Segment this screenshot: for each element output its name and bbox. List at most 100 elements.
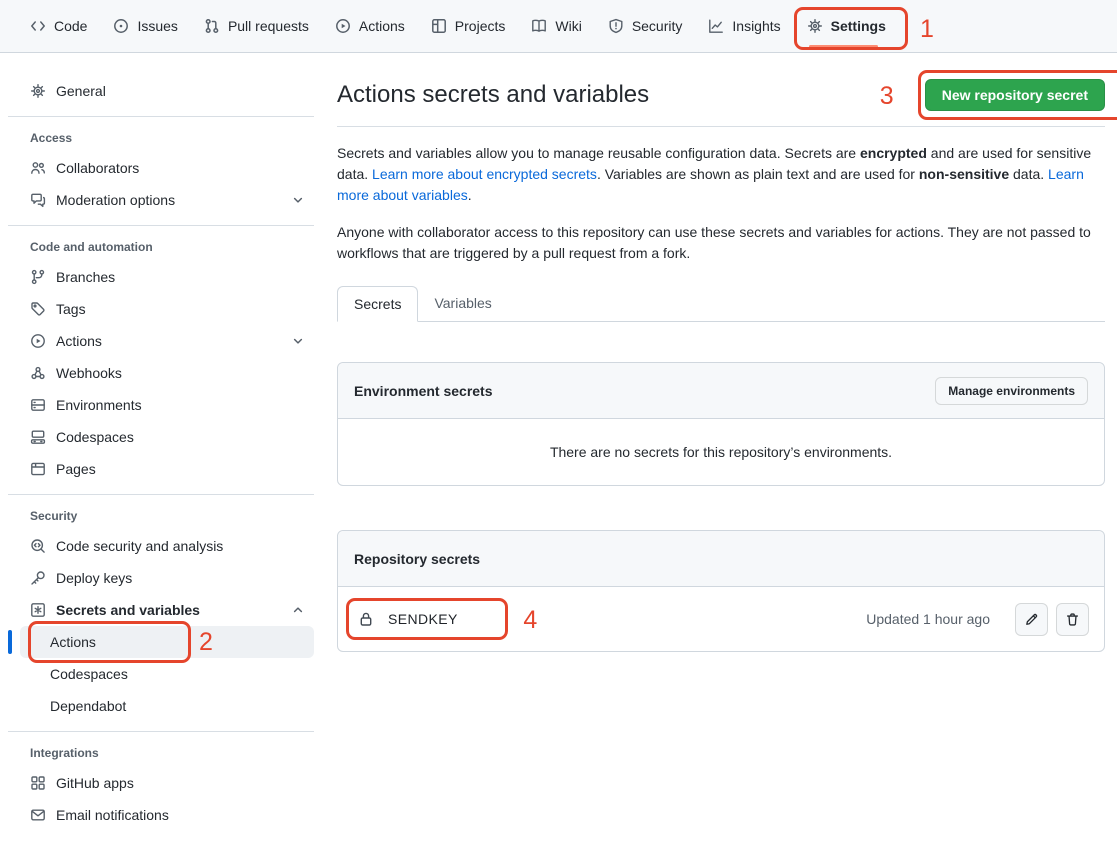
tab-insights[interactable]: Insights <box>708 18 780 34</box>
sidebar-section-integrations: Integrations <box>30 746 320 760</box>
sidebar-section-security: Security <box>30 509 320 523</box>
tab-code[interactable]: Code <box>30 18 87 34</box>
sidebar-item-label: Pages <box>56 461 96 477</box>
tab-label: Projects <box>455 18 506 34</box>
apps-grid-icon <box>30 775 46 791</box>
tab-actions[interactable]: Actions <box>335 18 405 34</box>
secret-name-group: SENDKEY 4 <box>358 611 458 627</box>
sidebar-item-deploy-keys[interactable]: Deploy keys <box>20 562 314 594</box>
issue-opened-icon <box>113 18 129 34</box>
edit-secret-button[interactable] <box>1015 603 1048 636</box>
sidebar-item-label: Actions <box>56 333 102 349</box>
main-content: Actions secrets and variables New reposi… <box>337 53 1105 652</box>
sidebar-item-label: Actions <box>50 634 96 650</box>
sidebar-item-label: Codespaces <box>50 666 128 682</box>
settings-sidebar: General Access Collaborators Moderation … <box>0 53 320 831</box>
sidebar-section-access: Access <box>30 131 320 145</box>
sidebar-item-label: Deploy keys <box>56 570 132 586</box>
intro-paragraph-2: Anyone with collaborator access to this … <box>337 222 1105 264</box>
environment-secrets-empty-message: There are no secrets for this repository… <box>338 419 1104 485</box>
annotation-number-2: 2 <box>199 630 213 655</box>
sidebar-subitem-dependabot[interactable]: Dependabot <box>20 690 314 722</box>
link-encrypted-secrets[interactable]: Learn more about encrypted secrets <box>372 166 597 182</box>
sidebar-item-secrets-and-variables[interactable]: Secrets and variables <box>20 594 314 626</box>
tab-security[interactable]: Security <box>608 18 683 34</box>
chevron-down-icon <box>292 335 304 347</box>
sidebar-item-email-notifications[interactable]: Email notifications <box>20 799 314 831</box>
tab-projects[interactable]: Projects <box>431 18 506 34</box>
git-branch-icon <box>30 269 46 285</box>
tab-label: Wiki <box>555 18 581 34</box>
sidebar-item-label: General <box>56 83 106 99</box>
sidebar-item-moderation-options[interactable]: Moderation options <box>20 184 314 216</box>
sidebar-item-tags[interactable]: Tags <box>20 293 314 325</box>
tab-label: Actions <box>359 18 405 34</box>
graph-icon <box>708 18 724 34</box>
sidebar-divider <box>8 731 314 732</box>
manage-environments-button[interactable]: Manage environments <box>935 377 1088 405</box>
sidebar-item-label: Moderation options <box>56 192 175 208</box>
chevron-up-icon <box>292 604 304 616</box>
sidebar-item-branches[interactable]: Branches <box>20 261 314 293</box>
lock-icon <box>358 611 374 627</box>
sidebar-item-environments[interactable]: Environments <box>20 389 314 421</box>
delete-secret-button[interactable] <box>1056 603 1089 636</box>
environment-secrets-header: Environment secrets Manage environments <box>338 363 1104 419</box>
sidebar-item-webhooks[interactable]: Webhooks <box>20 357 314 389</box>
tab-settings[interactable]: Settings 1 <box>807 18 886 34</box>
page-title: Actions secrets and variables <box>337 81 649 109</box>
bold-encrypted: encrypted <box>860 145 927 161</box>
sidebar-item-codespaces[interactable]: Codespaces <box>20 421 314 453</box>
trash-icon <box>1065 612 1080 627</box>
annotation-number-3: 3 <box>880 84 894 109</box>
server-icon <box>30 397 46 413</box>
intro-text: Secrets and variables allow you to manag… <box>337 143 1105 264</box>
environment-secrets-title: Environment secrets <box>354 383 493 399</box>
sidebar-item-label: Environments <box>56 397 142 413</box>
tab-secrets[interactable]: Secrets <box>337 286 418 322</box>
sidebar-item-general[interactable]: General <box>20 75 314 107</box>
new-repository-secret-button[interactable]: New repository secret 3 <box>925 79 1105 111</box>
play-icon <box>335 18 351 34</box>
repository-secrets-title: Repository secrets <box>354 551 480 567</box>
intro-paragraph-1: Secrets and variables allow you to manag… <box>337 143 1105 206</box>
tab-variables[interactable]: Variables <box>418 286 507 321</box>
active-tab-underline <box>809 45 878 48</box>
webhook-icon <box>30 365 46 381</box>
repo-tab-bar: Code Issues Pull requests Actions Projec… <box>0 0 1117 53</box>
git-pull-request-icon <box>204 18 220 34</box>
gear-icon <box>30 83 46 99</box>
tab-label: Settings <box>831 18 886 34</box>
play-icon <box>30 333 46 349</box>
environment-secrets-box: Environment secrets Manage environments … <box>337 362 1105 486</box>
tab-pull-requests[interactable]: Pull requests <box>204 18 309 34</box>
sidebar-item-actions[interactable]: Actions <box>20 325 314 357</box>
sidebar-item-pages[interactable]: Pages <box>20 453 314 485</box>
chevron-down-icon <box>292 194 304 206</box>
repository-secrets-header: Repository secrets <box>338 531 1104 587</box>
sidebar-item-github-apps[interactable]: GitHub apps <box>20 767 314 799</box>
tab-label: Code <box>54 18 87 34</box>
codespaces-icon <box>30 429 46 445</box>
sidebar-item-collaborators[interactable]: Collaborators <box>20 152 314 184</box>
sidebar-divider <box>8 225 314 226</box>
sidebar-subitem-codespaces[interactable]: Codespaces <box>20 658 314 690</box>
asterisk-box-icon <box>30 602 46 618</box>
browser-icon <box>30 461 46 477</box>
secret-row: SENDKEY 4 Updated 1 hour ago <box>338 587 1104 651</box>
tab-issues[interactable]: Issues <box>113 18 177 34</box>
book-icon <box>531 18 547 34</box>
sidebar-item-label: Email notifications <box>56 807 169 823</box>
tab-label: Issues <box>137 18 177 34</box>
sidebar-item-label: Code security and analysis <box>56 538 223 554</box>
sidebar-subitem-actions[interactable]: Actions 2 <box>20 626 314 658</box>
repository-secrets-box: Repository secrets SENDKEY 4 Updated 1 h… <box>337 530 1105 652</box>
sidebar-item-code-security[interactable]: Code security and analysis <box>20 530 314 562</box>
code-icon <box>30 18 46 34</box>
page-header: Actions secrets and variables New reposi… <box>337 79 1105 111</box>
sidebar-item-label: GitHub apps <box>56 775 134 791</box>
tab-wiki[interactable]: Wiki <box>531 18 581 34</box>
secret-name: SENDKEY <box>388 611 458 627</box>
key-icon <box>30 570 46 586</box>
tab-label: Pull requests <box>228 18 309 34</box>
